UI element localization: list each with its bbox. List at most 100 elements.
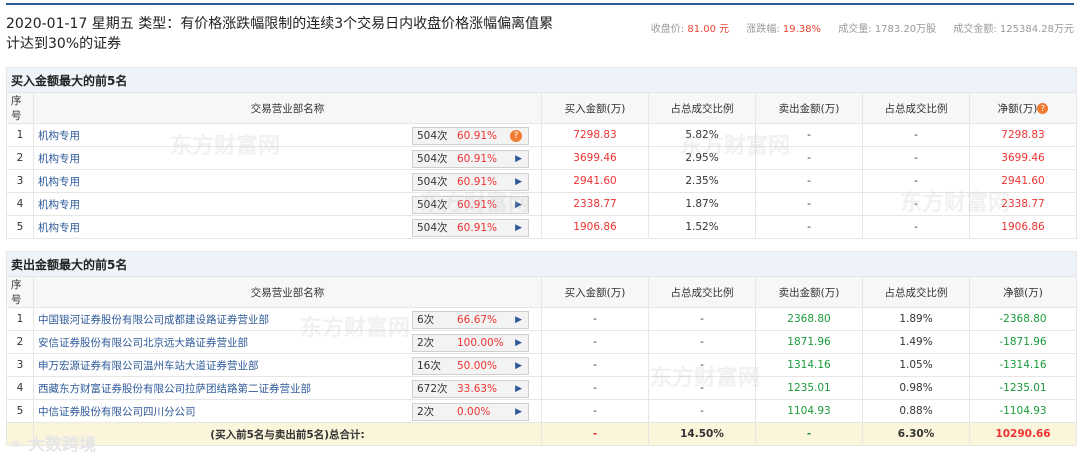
sell-ratio: 1.89% <box>862 307 970 331</box>
sell-ratio: - <box>862 146 970 170</box>
question-icon[interactable]: ? <box>510 130 522 142</box>
table-row: 3 机构专用 504次 60.91% ▶ 2941.60 2.35% - -2941.60 <box>6 169 1078 193</box>
branch-link[interactable]: 申万宏源证券有限公司温州车站大道证券营业部 <box>38 360 259 372</box>
sell-amount: 1235.01 <box>755 376 863 400</box>
buy-amount: 2338.77 <box>541 192 649 216</box>
net-amount: -1871.96 <box>968 330 1078 354</box>
branch-cell: 中国银河证券股份有限公司成都建设路证券营业部 6次 66.67% ▶ <box>33 307 542 331</box>
row-no: 2 <box>6 330 34 354</box>
brand-logo: ⚭ 大数跨境 <box>8 435 97 455</box>
branch-link[interactable]: 机构专用 <box>38 199 80 211</box>
sell-amount: - <box>755 123 863 147</box>
trade-count: 2次 <box>417 406 435 418</box>
sell-amount: - <box>755 169 863 193</box>
amount: 成交金额: 125384.28万元 <box>953 24 1074 35</box>
branch-stats-button[interactable]: 16次 50.00% ▶ <box>412 357 529 375</box>
triangle-right-icon: ▶ <box>515 361 522 371</box>
table-row: 5 机构专用 504次 60.91% ▶ 1906.86 1.52% - -1906.86 <box>6 215 1078 239</box>
buy-amount: 7298.83 <box>541 123 649 147</box>
buy-amount: - <box>541 399 649 423</box>
branch-link[interactable]: 机构专用 <box>38 153 80 165</box>
trade-count: 6次 <box>417 314 435 326</box>
net-amount: -2368.80 <box>968 307 1078 331</box>
table-row: 1 中国银河证券股份有限公司成都建设路证券营业部 6次 66.67% ▶ - -2368.8… <box>6 307 1078 331</box>
row-no: 4 <box>6 192 34 216</box>
branch-stats-button[interactable]: 504次 60.91% ▶ <box>412 196 529 214</box>
win-rate: 0.00% <box>457 406 491 418</box>
sell-ratio: - <box>862 169 970 193</box>
branch-stats-button[interactable]: 504次 60.91% ▶ <box>412 173 529 191</box>
triangle-right-icon: ▶ <box>515 223 522 233</box>
row-no: 5 <box>6 215 34 239</box>
net-amount: -1104.93 <box>968 399 1078 423</box>
change-rate: 涨跌幅: 19.38% <box>746 24 822 35</box>
table-row: 2 安信证券股份有限公司北京远大路证券营业部 2次 100.00% ▶ - -1871.96… <box>6 330 1078 354</box>
col-branch: 交易营业部名称 <box>33 276 542 308</box>
total-buy-ratio: 14.50% <box>648 422 756 446</box>
trade-count: 672次 <box>417 383 448 395</box>
win-rate: 60.91% <box>457 199 498 211</box>
table-row: 2 机构专用 504次 60.91% ▶ 3699.46 2.95% - -3699.46 <box>6 146 1078 170</box>
branch-cell: 申万宏源证券有限公司温州车站大道证券营业部 16次 50.00% ▶ <box>33 353 542 377</box>
branch-cell: 机构专用 504次 60.91% ▶ <box>33 146 542 170</box>
net-amount: -1235.01 <box>968 376 1078 400</box>
col-buy-ratio: 占总成交比例 <box>648 92 756 124</box>
col-no: 序号 <box>6 92 34 124</box>
col-no: 序号 <box>6 276 34 308</box>
branch-link[interactable]: 中信证券股份有限公司四川分公司 <box>38 406 196 418</box>
branch-cell: 机构专用 504次 60.91% ▶ <box>33 169 542 193</box>
buy-table: 买入金额最大的前5名 序号 交易营业部名称 买入金额(万) 占总成交比例 卖出金… <box>5 67 1078 239</box>
sell-ratio: 1.49% <box>862 330 970 354</box>
branch-stats-button[interactable]: 6次 66.67% ▶ <box>412 311 529 329</box>
branch-stats-button[interactable]: 2次 0.00% ▶ <box>412 403 529 421</box>
col-buy-ratio: 占总成交比例 <box>648 276 756 308</box>
buy-ratio: - <box>648 330 756 354</box>
branch-cell: 机构专用 504次 60.91% ▶ <box>33 215 542 239</box>
branch-link[interactable]: 安信证券股份有限公司北京远大路证券营业部 <box>38 337 248 349</box>
buy-ratio: - <box>648 307 756 331</box>
row-no: 1 <box>6 307 34 331</box>
buy-ratio: - <box>648 376 756 400</box>
col-branch: 交易营业部名称 <box>33 92 542 124</box>
net-amount: 7298.83 <box>968 123 1078 147</box>
buy-ratio: 2.95% <box>648 146 756 170</box>
total-row: (买入前5名与卖出前5名)总合计: - 14.50% - 6.30% 10290… <box>6 422 1078 446</box>
net-amount: 2338.77 <box>968 192 1078 216</box>
sell-amount: - <box>755 146 863 170</box>
sell-amount: - <box>755 215 863 239</box>
win-rate: 50.00% <box>457 360 498 372</box>
total-net: 10290.66 <box>968 422 1078 446</box>
sell-ratio: 0.98% <box>862 376 970 400</box>
branch-link[interactable]: 机构专用 <box>38 222 80 234</box>
sell-ratio: - <box>862 215 970 239</box>
branch-link[interactable]: 机构专用 <box>38 130 80 142</box>
trade-count: 504次 <box>417 176 448 188</box>
sell-table: 卖出金额最大的前5名 序号 交易营业部名称 买入金额(万) 占总成交比例 卖出金… <box>5 251 1078 446</box>
row-no: 5 <box>6 399 34 423</box>
sell-ratio: - <box>862 192 970 216</box>
sell-ratio: 0.88% <box>862 399 970 423</box>
table-row: 3 申万宏源证券有限公司温州车站大道证券营业部 16次 50.00% ▶ - -1314.1… <box>6 353 1078 377</box>
branch-stats-button[interactable]: 672次 33.63% ▶ <box>412 380 529 398</box>
triangle-right-icon: ▶ <box>515 338 522 348</box>
triangle-right-icon: ▶ <box>515 177 522 187</box>
col-sell-ratio: 占总成交比例 <box>862 276 970 308</box>
branch-stats-button[interactable]: 504次 60.91% ▶ <box>412 150 529 168</box>
branch-link[interactable]: 西藏东方财富证券股份有限公司拉萨团结路第二证券营业部 <box>38 383 311 395</box>
branch-stats-button[interactable]: 504次 60.91% ▶ <box>412 219 529 237</box>
branch-link[interactable]: 中国银河证券股份有限公司成都建设路证券营业部 <box>38 314 269 326</box>
total-sell-ratio: 6.30% <box>862 422 970 446</box>
col-sell: 卖出金额(万) <box>755 276 863 308</box>
triangle-right-icon: ▶ <box>515 315 522 325</box>
buy-section-title: 买入金额最大的前5名 <box>5 67 1078 93</box>
net-amount: -1314.16 <box>968 353 1078 377</box>
row-no: 1 <box>6 123 34 147</box>
branch-stats-button[interactable]: 504次 60.91%? <box>412 127 529 145</box>
buy-amount: 3699.46 <box>541 146 649 170</box>
sell-amount: 2368.80 <box>755 307 863 331</box>
total-label: (买入前5名与卖出前5名)总合计: <box>33 422 542 446</box>
branch-link[interactable]: 机构专用 <box>38 176 80 188</box>
branch-stats-button[interactable]: 2次 100.00% ▶ <box>412 334 529 352</box>
buy-amount: - <box>541 376 649 400</box>
question-icon[interactable]: ? <box>1037 103 1049 114</box>
